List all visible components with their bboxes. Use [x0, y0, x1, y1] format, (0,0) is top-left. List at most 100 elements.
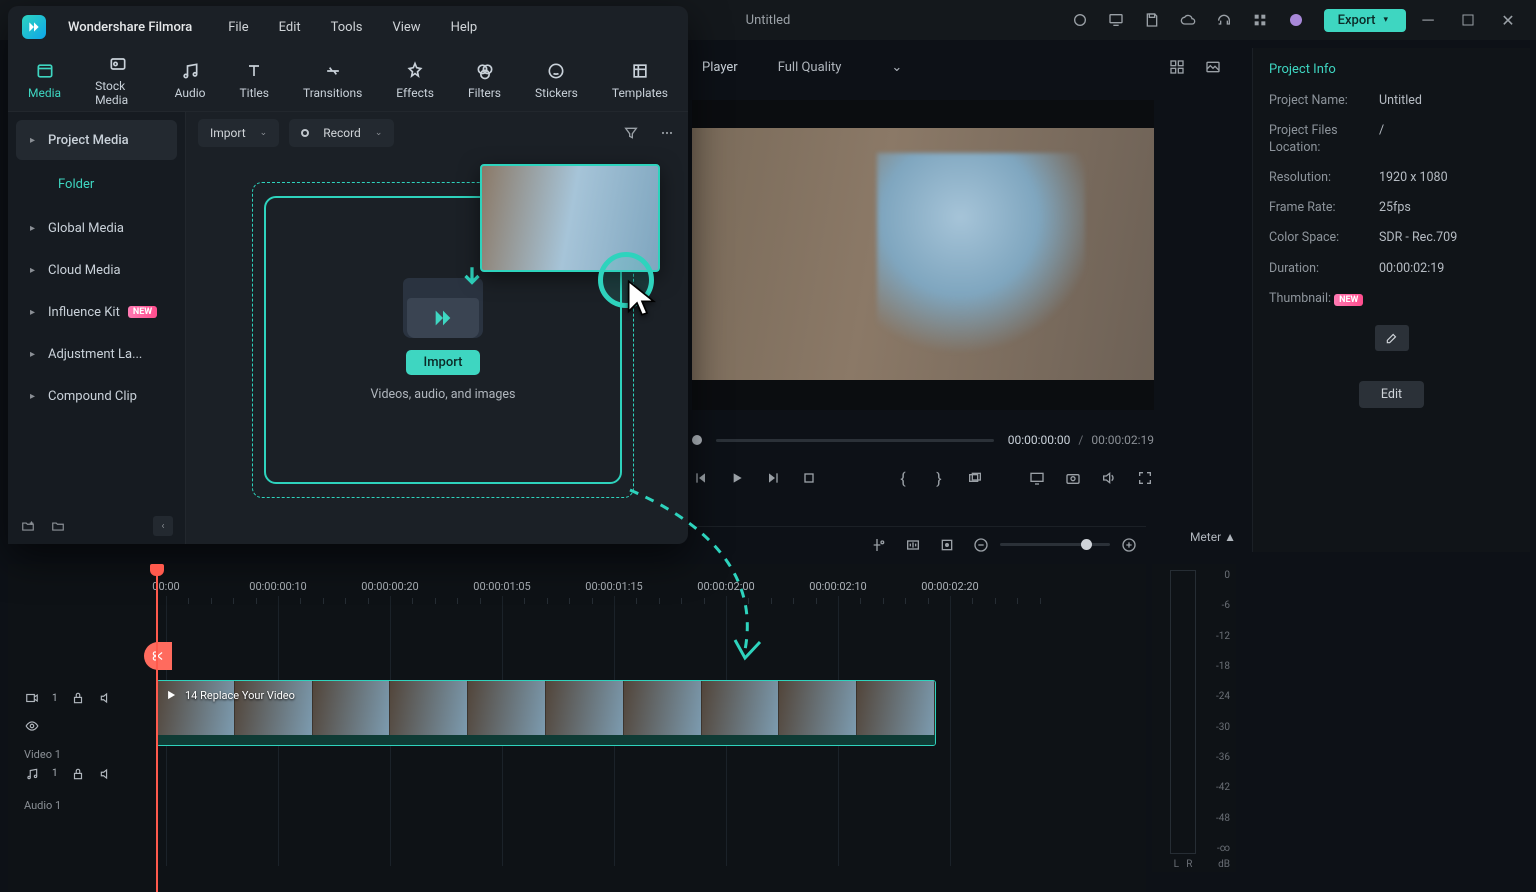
- record-dot-icon: [301, 129, 309, 137]
- player-tab[interactable]: Player: [702, 60, 738, 75]
- import-dropdown[interactable]: Import⌄: [198, 119, 279, 147]
- audio-track-label: Audio 1: [24, 799, 140, 812]
- sidebar-item-adjustment-la-[interactable]: ▸Adjustment La...: [16, 334, 177, 374]
- scrub-track[interactable]: [716, 439, 994, 442]
- media-icon: [35, 60, 55, 82]
- record-indicator-icon: [1068, 8, 1092, 32]
- step-forward-icon[interactable]: [764, 469, 782, 487]
- headset-icon[interactable]: [1212, 8, 1236, 32]
- play-icon[interactable]: [728, 469, 746, 487]
- menu-file[interactable]: File: [228, 20, 248, 35]
- media-panel-modal: Wondershare Filmora File Edit Tools View Hel…: [8, 6, 688, 544]
- cloud-icon[interactable]: [1176, 8, 1200, 32]
- preview-frame: [692, 128, 1154, 380]
- playhead[interactable]: [156, 564, 158, 892]
- video-clip[interactable]: 14 Replace Your Video: [156, 680, 936, 746]
- preview-player[interactable]: [692, 100, 1154, 410]
- close-button[interactable]: ✕: [1490, 6, 1526, 34]
- window-title: Untitled: [746, 13, 791, 28]
- snapshot-icon[interactable]: [1064, 469, 1082, 487]
- tab-effects[interactable]: Effects: [388, 56, 442, 104]
- thumbnail-edit-icon[interactable]: [1375, 325, 1409, 351]
- edit-project-button[interactable]: Edit: [1359, 381, 1424, 408]
- monitor-icon[interactable]: [1104, 8, 1128, 32]
- mark-out-icon[interactable]: }: [930, 469, 948, 487]
- tab-transitions[interactable]: Transitions: [295, 56, 370, 104]
- project-info-row: Duration:00:00:02:19: [1269, 261, 1514, 277]
- project-info-row: Resolution:1920 x 1080: [1269, 170, 1514, 186]
- audio-mixer-icon[interactable]: [870, 536, 888, 554]
- cut-point-badge[interactable]: [144, 642, 172, 670]
- project-info-row: Frame Rate:25fps: [1269, 200, 1514, 216]
- tab-filters[interactable]: Filters: [460, 56, 509, 104]
- image-view-icon[interactable]: [1204, 58, 1222, 76]
- folder-icon[interactable]: [50, 518, 66, 534]
- zoom-in-icon[interactable]: [1120, 536, 1138, 554]
- collapse-sidebar-icon[interactable]: ‹: [153, 516, 173, 536]
- volume-icon[interactable]: [1100, 469, 1118, 487]
- time-current: 00:00:00:00: [1008, 433, 1071, 447]
- scrub-knob[interactable]: [692, 435, 702, 445]
- titles-icon: [244, 60, 264, 82]
- ruler-tick: 00:00:01:05: [473, 580, 530, 593]
- step-back-icon[interactable]: [692, 469, 710, 487]
- ruler-tick: 00:00:00:10: [249, 580, 306, 593]
- quality-dropdown[interactable]: Full Quality⌄: [778, 60, 903, 75]
- category-tabs: Media Stock Media Audio Titles Transitions Ef…: [8, 48, 688, 112]
- tab-media[interactable]: Media: [20, 56, 69, 104]
- tab-stickers[interactable]: Stickers: [527, 56, 586, 104]
- apps-icon[interactable]: [1248, 8, 1272, 32]
- overlay-icon[interactable]: [966, 469, 984, 487]
- menu-view[interactable]: View: [392, 20, 420, 35]
- chevron-down-icon: ▾: [1383, 15, 1388, 25]
- avatar[interactable]: [1284, 8, 1308, 32]
- new-badge: NEW: [128, 306, 157, 318]
- adjust-icon[interactable]: [904, 536, 922, 554]
- zoom-control[interactable]: [972, 536, 1138, 554]
- lock-icon[interactable]: [70, 690, 86, 706]
- import-button[interactable]: Import: [406, 350, 481, 375]
- tab-stock[interactable]: Stock Media: [87, 49, 149, 111]
- menu-edit[interactable]: Edit: [279, 20, 301, 35]
- tab-templates[interactable]: Templates: [604, 56, 676, 104]
- zoom-out-icon[interactable]: [972, 536, 990, 554]
- ruler-tick: 00:00:02:00: [697, 580, 754, 593]
- sidebar-item-cloud-media[interactable]: ▸Cloud Media: [16, 250, 177, 290]
- new-folder-icon[interactable]: [20, 518, 36, 534]
- lock-icon[interactable]: [70, 766, 86, 782]
- fullscreen-icon[interactable]: [1136, 469, 1154, 487]
- sidebar-item-global-media[interactable]: ▸Global Media: [16, 208, 177, 248]
- tab-titles[interactable]: Titles: [231, 56, 276, 104]
- save-icon[interactable]: [1140, 8, 1164, 32]
- maximize-button[interactable]: [1450, 6, 1486, 34]
- media-drop-area[interactable]: Import⌄ Record⌄ Import Videos, audio, an…: [186, 112, 688, 544]
- time-duration: 00:00:02:19: [1091, 433, 1154, 447]
- sidebar-item-influence-kit[interactable]: ▸Influence KitNEW: [16, 292, 177, 332]
- export-button[interactable]: Export▾: [1324, 9, 1406, 32]
- sidebar-item-project-media[interactable]: ▸Project Media: [16, 120, 177, 160]
- meter-label[interactable]: Meter ▲: [1190, 530, 1236, 544]
- marker-icon[interactable]: [938, 536, 956, 554]
- grid-view-icon[interactable]: [1168, 58, 1186, 76]
- folder-illustration: [403, 278, 483, 338]
- eye-icon[interactable]: [24, 718, 40, 734]
- stop-icon[interactable]: [800, 469, 818, 487]
- mark-in-icon[interactable]: {: [894, 469, 912, 487]
- record-dropdown[interactable]: Record⌄: [289, 119, 394, 147]
- more-icon[interactable]: [658, 124, 676, 142]
- app-name: Wondershare Filmora: [68, 20, 192, 35]
- audio-track-icon: [24, 766, 40, 782]
- menu-help[interactable]: Help: [451, 20, 478, 35]
- time-ruler[interactable]: 00:0000:00:00:1000:00:00:2000:00:01:0500…: [156, 564, 1146, 606]
- filter-icon[interactable]: [622, 124, 640, 142]
- timeline[interactable]: 00:0000:00:00:1000:00:00:2000:00:01:0500…: [8, 564, 1146, 892]
- mute-icon[interactable]: [98, 766, 114, 782]
- sidebar-item-folder[interactable]: Folder: [16, 164, 177, 204]
- tab-audio[interactable]: Audio: [167, 56, 214, 104]
- display-icon[interactable]: [1028, 469, 1046, 487]
- minimize-button[interactable]: ─: [1410, 6, 1446, 34]
- mute-icon[interactable]: [98, 690, 114, 706]
- sidebar-item-compound-clip[interactable]: ▸Compound Clip: [16, 376, 177, 416]
- project-info-panel: Project Info Project Name:UntitledProjec…: [1252, 48, 1530, 552]
- menu-tools[interactable]: Tools: [331, 20, 363, 35]
